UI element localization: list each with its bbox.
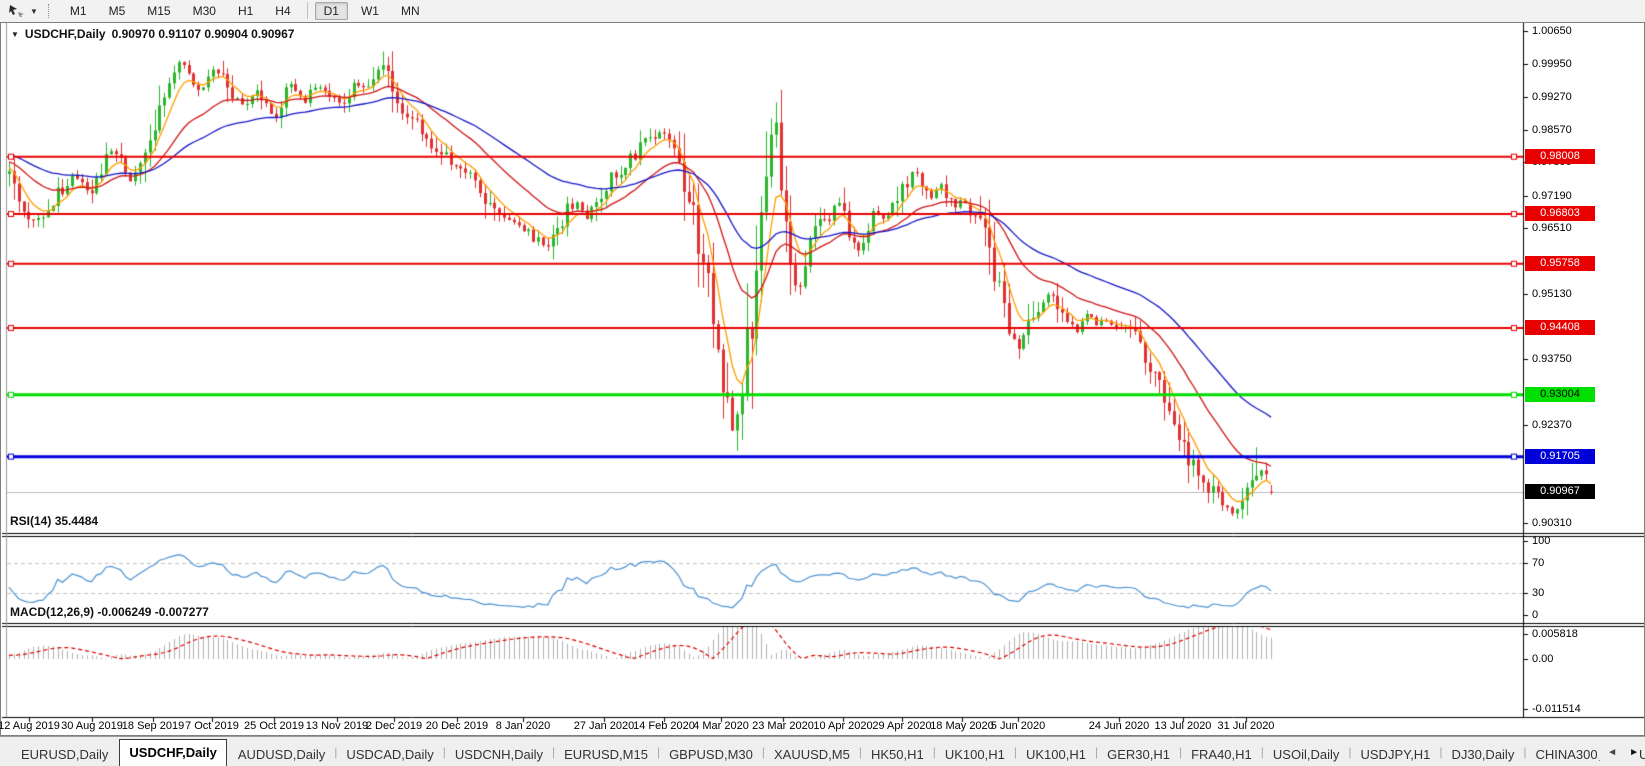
tab-usdcad-daily[interactable]: USDCAD,Daily — [337, 744, 442, 766]
tab-eurusd-daily[interactable]: EURUSD,Daily — [12, 744, 117, 766]
timeframe-button-group: M1M5M15 M30H1H4 D1W1MN — [59, 2, 431, 20]
chart-symbol-label: USDCHF,Daily — [25, 27, 106, 41]
toolbar-dropdown-caret[interactable]: ▼ — [30, 7, 38, 16]
price-line-badge: 0.91705 — [1525, 449, 1595, 464]
price-line-badge: 0.96803 — [1525, 206, 1595, 221]
tab-fra40-h1[interactable]: FRA40,H1 — [1182, 744, 1261, 766]
top-toolbar: ▼ M1M5M15 M30H1H4 D1W1MN — [0, 0, 1645, 23]
tab-eurusd-m15[interactable]: EURUSD,M15 — [555, 744, 657, 766]
rsi-axis-tick: 70 — [1532, 556, 1622, 570]
chart-canvas[interactable] — [1, 23, 1644, 735]
timeframe-button-m30[interactable]: M30 — [184, 2, 225, 20]
price-axis-tick: 0.98570 — [1532, 123, 1622, 137]
cursor-tool-icon[interactable] — [4, 2, 30, 20]
macd-axis-tick: 0.005818 — [1532, 627, 1622, 641]
price-line-badge: 0.90967 — [1525, 484, 1595, 499]
price-axis-tick: 0.97190 — [1532, 189, 1622, 203]
tab-uk100-h1[interactable]: UK100,H1 — [1017, 744, 1095, 766]
price-axis-tick: 0.93750 — [1532, 352, 1622, 366]
tab-strip: EURUSD,DailyUSDCHF,DailyAUDUSD,Daily|USD… — [12, 739, 1645, 766]
tab-dj30-daily[interactable]: DJ30,Daily — [1442, 744, 1523, 766]
timeframe-button-d1[interactable]: D1 — [315, 2, 348, 20]
tab-ger30-h1[interactable]: GER30,H1 — [1098, 744, 1179, 766]
date-axis-label: 5 Jun 2020 — [978, 720, 1058, 732]
chart-tab-bar: EURUSD,DailyUSDCHF,DailyAUDUSD,Daily|USD… — [0, 736, 1645, 766]
date-axis-label: 31 Jul 2020 — [1206, 720, 1286, 732]
macd-indicator-label: MACD(12,26,9) -0.006249 -0.007277 — [10, 605, 209, 619]
tab-usoil-daily[interactable]: USOil,Daily — [1264, 744, 1348, 766]
toolbar-separator — [307, 2, 308, 19]
tab-scroll-arrows: ◄ ► — [1599, 746, 1639, 760]
rsi-axis-tick: 100 — [1532, 534, 1622, 548]
macd-axis-tick: -0.011514 — [1532, 702, 1622, 716]
macd-axis-tick: 0.00 — [1532, 652, 1622, 666]
date-axis-label: 8 Jan 2020 — [483, 720, 563, 732]
tab-uk100-h1[interactable]: UK100,H1 — [936, 744, 1014, 766]
price-line-badge: 0.93004 — [1525, 387, 1595, 402]
tab-scroll-right-icon[interactable]: ► — [1629, 746, 1639, 760]
timeframe-button-w1[interactable]: W1 — [352, 2, 388, 20]
timeframe-button-m5[interactable]: M5 — [100, 2, 135, 20]
chart-collapse-icon[interactable]: ▼ — [11, 30, 19, 39]
tab-usdcnh-daily[interactable]: USDCNH,Daily — [446, 744, 552, 766]
chart-window: ▼ USDCHF,Daily 0.90970 0.91107 0.90904 0… — [0, 22, 1645, 736]
tab-scroll-left-icon[interactable]: ◄ — [1607, 746, 1617, 760]
price-axis-tick: 0.95130 — [1532, 287, 1622, 301]
price-axis-tick: 0.92370 — [1532, 418, 1622, 432]
timeframe-button-h1[interactable]: H1 — [229, 2, 262, 20]
tab-gbpusd-m30[interactable]: GBPUSD,M30 — [660, 744, 762, 766]
rsi-indicator-label: RSI(14) 35.4484 — [10, 514, 98, 528]
price-axis-tick: 1.00650 — [1532, 24, 1622, 38]
price-line-badge: 0.94408 — [1525, 320, 1595, 335]
timeframe-button-mn[interactable]: MN — [392, 2, 429, 20]
timeframe-button-m1[interactable]: M1 — [61, 2, 96, 20]
timeframe-button-m15[interactable]: M15 — [138, 2, 179, 20]
price-axis-tick: 0.90310 — [1532, 516, 1622, 530]
rsi-axis-tick: 0 — [1532, 608, 1622, 622]
price-line-badge: 0.95758 — [1525, 256, 1595, 271]
timeframe-button-h4[interactable]: H4 — [266, 2, 299, 20]
chart-title: ▼ USDCHF,Daily 0.90970 0.91107 0.90904 0… — [11, 27, 294, 41]
price-axis-tick: 0.99270 — [1532, 90, 1622, 104]
price-axis-tick: 0.99950 — [1532, 57, 1622, 71]
price-axis-tick: 0.96510 — [1532, 221, 1622, 235]
price-line-badge: 0.98008 — [1525, 149, 1595, 164]
tab-hk50-h1[interactable]: HK50,H1 — [862, 744, 933, 766]
toolbar-drag-handle — [48, 4, 49, 18]
rsi-axis-tick: 30 — [1532, 586, 1622, 600]
tab-xauusd-m5[interactable]: XAUUSD,M5 — [765, 744, 859, 766]
tab-usdchf-daily[interactable]: USDCHF,Daily — [119, 739, 226, 766]
tab-usdjpy-h1[interactable]: USDJPY,H1 — [1352, 744, 1440, 766]
chart-ohlc-values: 0.90970 0.91107 0.90904 0.90967 — [112, 27, 295, 41]
tab-audusd-daily[interactable]: AUDUSD,Daily — [229, 744, 334, 766]
